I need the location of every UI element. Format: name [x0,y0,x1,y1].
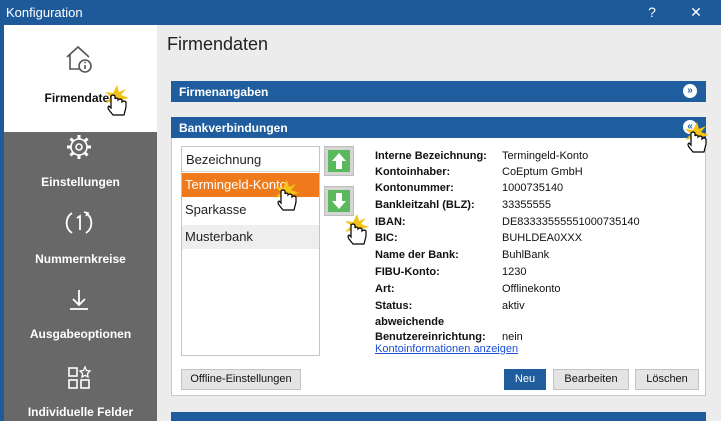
panel-title: Firmenangaben [179,85,269,99]
sidebar-item-nummernkreise[interactable]: Nummernkreise [4,210,157,288]
scrollbar[interactable] [710,25,721,421]
home-info-icon [66,45,92,73]
list-item[interactable]: Musterbank [182,225,319,249]
move-up-button[interactable] [324,146,354,176]
pointer-cursor-icon [685,122,709,153]
grid-star-icon [68,365,92,389]
panel-title: Bankverbindungen [179,121,288,135]
sidebar-item-label: Individuelle Felder [27,405,134,419]
bank-panel: Bezeichnung Termingeld-Konto Sparkasse M… [171,138,706,396]
pointer-cursor-icon [105,85,129,116]
content-area: Firmendaten Firmenangaben » Bankverbindu… [157,25,721,421]
gear-icon [67,135,91,159]
sidebar-item-ausgabeoptionen[interactable]: Ausgabeoptionen [4,287,157,365]
expand-chevron-icon[interactable]: » [683,84,697,98]
pointer-cursor-icon [345,214,369,245]
sidebar-item-firmendaten[interactable]: Firmendaten [4,25,157,132]
close-button[interactable]: ✕ [684,2,708,22]
pointer-cursor-icon [275,180,299,211]
sidebar-item-label: Firmendaten [44,91,117,105]
arrow-down-icon [328,190,350,212]
help-button[interactable]: ? [640,2,664,22]
list-header: Bezeichnung [182,147,319,172]
show-account-info-link[interactable]: Kontoinformationen anzeigen [375,343,518,355]
sidebar: Firmendaten Einstellungen Nummernkreise [4,25,157,421]
new-button[interactable]: Neu [504,369,546,390]
window-title: Konfiguration [6,5,83,20]
panel-header-firmenangaben[interactable]: Firmenangaben » [171,81,706,102]
sidebar-item-label: Einstellungen [41,175,120,189]
sidebar-item-label: Ausgabeoptionen [29,327,132,341]
arrow-up-icon [328,150,350,172]
delete-button[interactable]: Löschen [635,369,699,390]
window-titlebar: Konfiguration ? ✕ [0,0,721,25]
edit-button[interactable]: Bearbeiten [553,369,629,390]
panel-header-bankverbindungen[interactable]: Bankverbindungen « [171,117,706,138]
panel-header-partial[interactable] [171,412,706,421]
sidebar-item-individuelle-felder[interactable]: Individuelle Felder [4,359,157,421]
cycle-1-icon [65,211,93,234]
sidebar-item-label: Nummernkreise [35,252,126,266]
page-title: Firmendaten [167,34,269,54]
offline-settings-button[interactable]: Offline-Einstellungen [181,369,301,390]
sidebar-item-einstellungen[interactable]: Einstellungen [4,132,157,210]
download-icon [70,290,88,310]
